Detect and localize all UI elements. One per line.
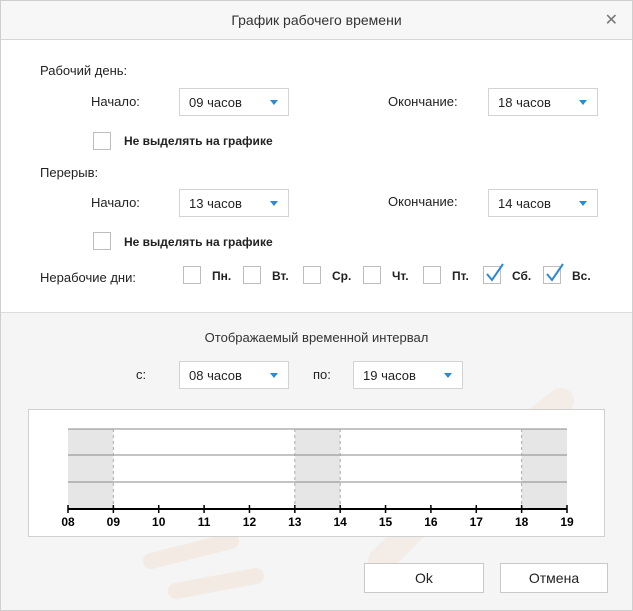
break-start-value: 13 часов <box>189 196 242 211</box>
break-label: Перерыв: <box>40 165 99 180</box>
break-end-dropdown[interactable]: 14 часов <box>488 189 598 217</box>
ok-button[interactable]: Ok <box>364 563 484 593</box>
chevron-down-icon <box>270 373 278 378</box>
day-checkbox-5[interactable] <box>423 266 441 284</box>
break-start-dropdown[interactable]: 13 часов <box>179 189 289 217</box>
break-hide-label: Не выделять на графике <box>124 235 273 249</box>
hour-label-17: 17 <box>470 515 484 529</box>
day-checkbox-3[interactable] <box>303 266 321 284</box>
day-checkbox-6[interactable] <box>483 263 504 284</box>
cancel-button[interactable]: Отмена <box>500 563 608 593</box>
title-bar: График рабочего времени ✕ <box>1 1 632 40</box>
interval-title: Отображаемый временной интервал <box>204 330 429 345</box>
hour-label-08: 08 <box>61 515 75 529</box>
day-checkbox-1[interactable] <box>183 266 201 284</box>
work-day-hide-label: Не выделять на графике <box>124 134 273 148</box>
hour-label-11: 11 <box>198 515 211 529</box>
work-day-end-dropdown[interactable]: 18 часов <box>488 88 598 116</box>
day-label-5: Пт. <box>452 269 469 283</box>
hour-label-13: 13 <box>288 515 302 529</box>
interval-to-value: 19 часов <box>363 368 416 383</box>
work-day-start-value: 09 часов <box>189 95 242 110</box>
shaded-interval-1 <box>68 429 114 509</box>
day-label-2: Вт. <box>272 269 289 283</box>
break-end-value: 14 часов <box>498 196 551 211</box>
interval-to-label: по: <box>313 367 331 382</box>
non-working-days-label: Нерабочие дни: <box>40 270 136 285</box>
chevron-down-icon <box>270 100 278 105</box>
dialog-title: График рабочего времени <box>231 12 402 28</box>
day-checkbox-2[interactable] <box>243 266 261 284</box>
work-day-end-label: Окончание: <box>388 94 458 109</box>
break-start-label: Начало: <box>91 195 140 210</box>
hour-label-19: 19 <box>560 515 574 529</box>
chevron-down-icon <box>579 100 587 105</box>
break-hide-checkbox[interactable] <box>93 232 111 250</box>
interval-from-dropdown[interactable]: 08 часов <box>179 361 289 389</box>
hour-label-09: 09 <box>107 515 121 529</box>
chevron-down-icon <box>444 373 452 378</box>
hour-label-15: 15 <box>379 515 393 529</box>
work-day-label: Рабочий день: <box>40 63 128 78</box>
hour-label-14: 14 <box>334 515 348 529</box>
day-label-1: Пн. <box>212 269 232 283</box>
shaded-interval-2 <box>294 429 341 509</box>
interval-from-value: 08 часов <box>189 368 242 383</box>
chevron-down-icon <box>270 201 278 206</box>
day-label-4: Чт. <box>392 269 409 283</box>
work-day-hide-checkbox[interactable] <box>93 132 111 150</box>
interval-to-dropdown[interactable]: 19 часов <box>353 361 463 389</box>
break-end-label: Окончание: <box>388 194 458 209</box>
chevron-down-icon <box>579 201 587 206</box>
timeline-preview: 08 09 10 11 12 13 14 15 16 17 18 19 <box>28 409 605 537</box>
hour-label-12: 12 <box>243 515 257 529</box>
timeline-svg: 08 09 10 11 12 13 14 15 16 17 18 19 <box>61 428 574 529</box>
hour-label-16: 16 <box>424 515 438 529</box>
day-label-3: Ср. <box>332 269 352 283</box>
checkmark-icon <box>546 263 564 282</box>
work-day-start-label: Начало: <box>91 94 140 109</box>
checkmark-icon <box>486 263 504 282</box>
shaded-interval-3 <box>521 429 567 509</box>
interval-from-label: с: <box>136 367 147 382</box>
work-day-end-value: 18 часов <box>498 95 551 110</box>
day-label-7: Вс. <box>572 269 591 283</box>
hour-label-10: 10 <box>152 515 166 529</box>
day-checkbox-7[interactable] <box>543 263 564 284</box>
hour-label-18: 18 <box>515 515 529 529</box>
day-label-6: Сб. <box>512 269 532 283</box>
day-checkbox-4[interactable] <box>363 266 381 284</box>
work-day-start-dropdown[interactable]: 09 часов <box>179 88 289 116</box>
close-icon[interactable]: ✕ <box>605 10 618 30</box>
work-schedule-dialog: График рабочего времени ✕ Рабочий день: … <box>0 0 633 611</box>
